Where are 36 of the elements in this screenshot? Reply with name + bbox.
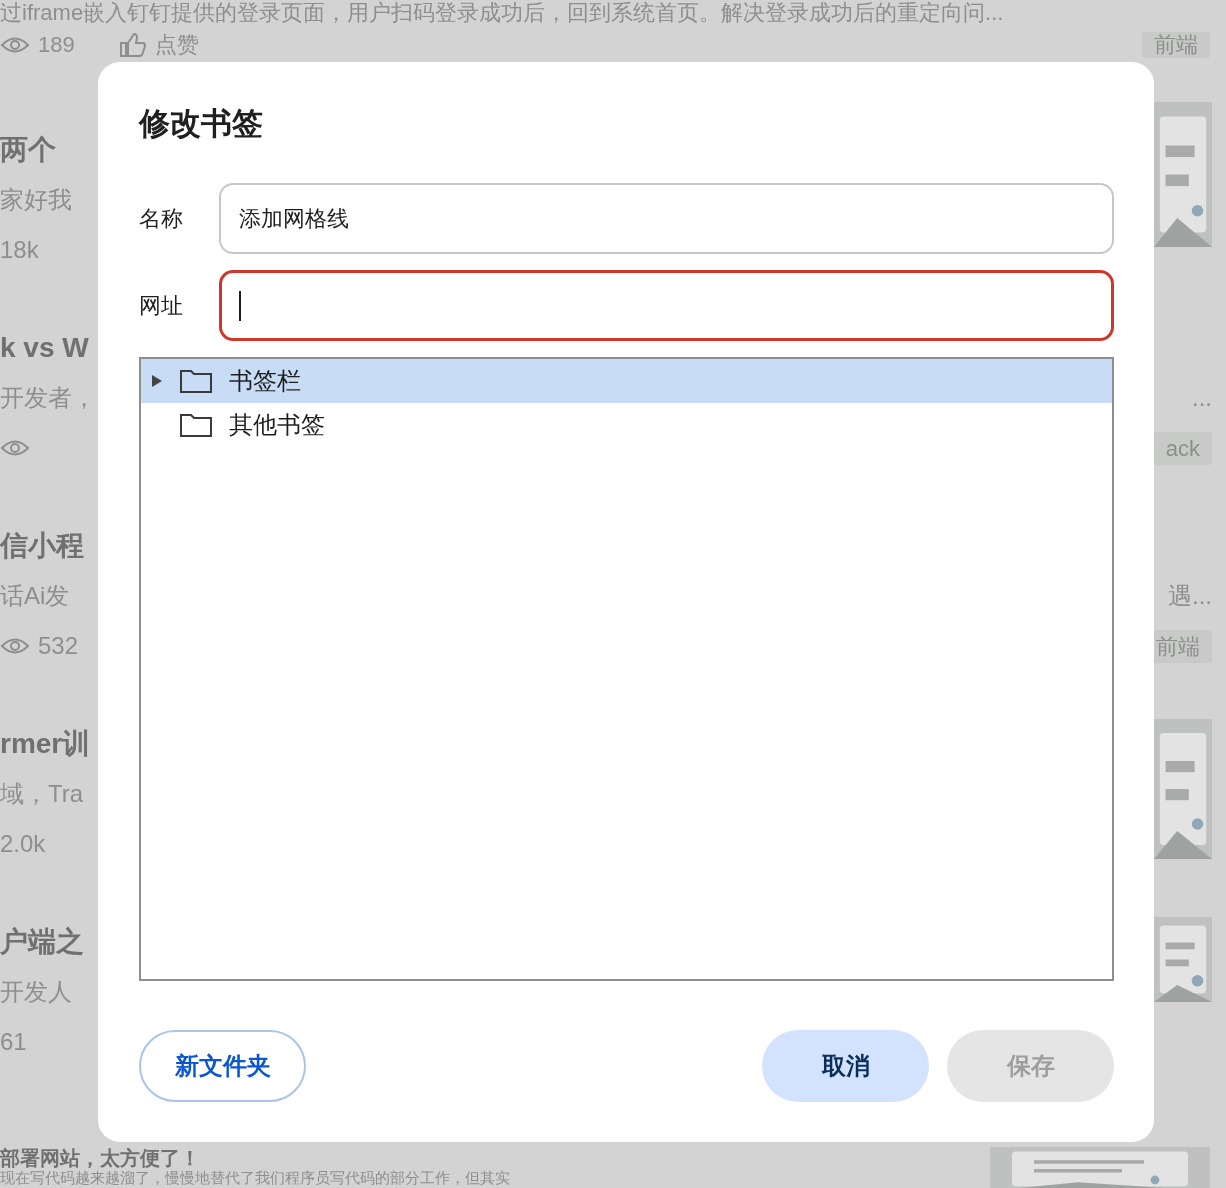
dialog-button[interactable]: 新文件夹 (139, 1030, 306, 1102)
eye-icon (0, 35, 30, 55)
thumbs-up-icon (118, 32, 147, 58)
article-title: k vs W (0, 331, 89, 365)
article-title: 户端之 (0, 925, 84, 959)
folder-icon (179, 412, 213, 438)
article-excerpt: ... (1192, 383, 1212, 413)
article-excerpt: 现在写代码越来越溜了，慢慢地替代了我们程序员写代码的部分工作，但其实 (0, 1169, 510, 1187)
view-count: 18k (0, 235, 39, 265)
view-count: 2.0k (0, 829, 46, 859)
like-label: 点赞 (154, 32, 199, 58)
tree-item[interactable]: 其他书签 (141, 403, 1112, 447)
folder-icon (179, 368, 213, 394)
view-count: 61 (0, 1027, 27, 1057)
article-excerpt: 过iframe嵌入钉钉提供的登录页面，用户扫码登录成功后，回到系统首页。解决登录成功后的重定向问... (0, 0, 1005, 26)
dialog-button[interactable]: 取消 (762, 1030, 929, 1102)
input-field[interactable]: 添加网格线 (219, 183, 1114, 254)
article-excerpt: 开发者， (0, 383, 96, 413)
article-title: 两个 (0, 133, 56, 167)
article-excerpt: 话Ai发 (0, 581, 70, 611)
article-tag: 前端 (1142, 32, 1210, 58)
view-count: 189 (38, 32, 75, 58)
article-tag: ack (1153, 431, 1212, 465)
article-excerpt: 开发人 (0, 977, 72, 1007)
article-excerpt: 遇... (1168, 581, 1212, 611)
field-label: 名称 (139, 205, 184, 233)
tree-item[interactable]: 书签栏 (141, 359, 1112, 403)
article-title: rmer训 (0, 727, 91, 761)
article-excerpt: 家好我 (0, 185, 72, 215)
article-excerpt: 域，Tra (0, 779, 84, 809)
field-label: 网址 (139, 292, 184, 320)
input-field[interactable] (219, 270, 1114, 341)
dialog-title: 修改书签 (139, 105, 264, 143)
view-count: 532 (38, 631, 79, 661)
article-title: 部署网站，太方便了！ (0, 1147, 201, 1169)
article-title: 信小程 (0, 529, 84, 563)
